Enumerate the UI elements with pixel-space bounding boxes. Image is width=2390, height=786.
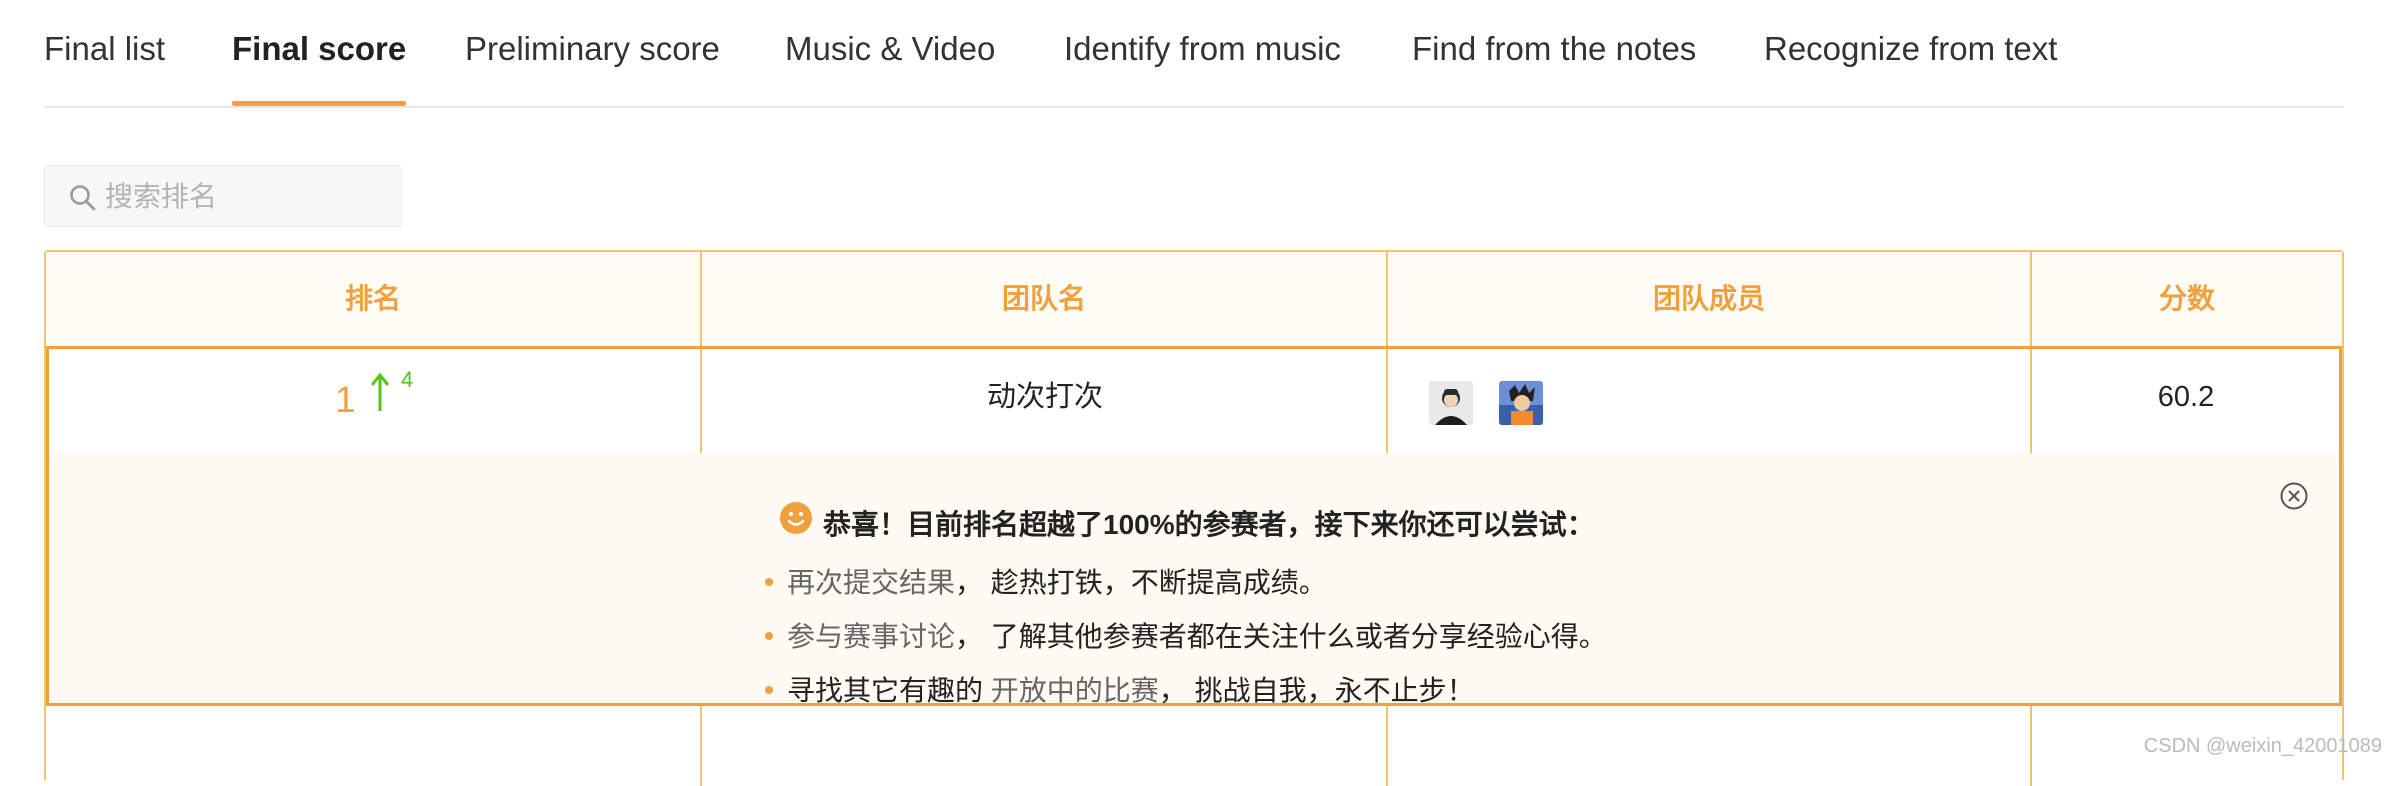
avatar[interactable] bbox=[1499, 381, 1543, 425]
close-icon[interactable] bbox=[2279, 481, 2309, 511]
search-input[interactable] bbox=[103, 166, 397, 228]
tip-text: 寻找其它有趣的 bbox=[787, 675, 991, 706]
score: 60.2 bbox=[2157, 381, 2215, 413]
tip-title: 恭喜！目前排名超越了100%的参赛者，接下来你还可以尝试： bbox=[823, 509, 1595, 540]
tip-item: 寻找其它有趣的 开放中的比赛， 挑战自我，永不止步！ bbox=[765, 669, 1475, 709]
tab-final-list[interactable]: Final list bbox=[44, 30, 165, 104]
congrats-panel: 恭喜！目前排名超越了100%的参赛者，接下来你还可以尝试： 再次提交结果， 趁热… bbox=[49, 453, 2339, 706]
bullet-dot bbox=[765, 685, 773, 694]
tip-text: ， 挑战自我，永不止步！ bbox=[1158, 675, 1475, 706]
tab-final-score[interactable]: Final score bbox=[232, 30, 407, 106]
rank-number: 1 bbox=[335, 379, 356, 420]
bullet-dot bbox=[765, 631, 773, 640]
table-row[interactable]: 1 4 动次打次 60.2 恭喜！目前排名超越了100%的参赛者，接下来你还可以… bbox=[46, 346, 2342, 706]
tip-text: ， 趁热打铁，不断提高成绩。 bbox=[955, 567, 1327, 598]
search-box[interactable] bbox=[44, 165, 402, 228]
smile-icon bbox=[780, 502, 812, 534]
column-divider bbox=[2030, 349, 2032, 453]
tip-item: 参与赛事讨论， 了解其他参赛者都在关注什么或者分享经验心得。 bbox=[765, 615, 1607, 655]
tab-identify-from-music[interactable]: Identify from music bbox=[1064, 30, 1341, 104]
header-team-name: 团队名 bbox=[1001, 283, 1086, 314]
bullet-dot bbox=[765, 577, 773, 586]
watermark: CSDN @weixin_42001089 bbox=[2143, 735, 2382, 757]
tab-bar: Final list Final score Preliminary score… bbox=[44, 0, 2344, 108]
column-divider bbox=[1386, 706, 1388, 786]
column-divider bbox=[700, 706, 702, 786]
column-divider bbox=[700, 252, 702, 346]
discussion-link[interactable]: 参与赛事讨论 bbox=[787, 621, 955, 652]
column-divider bbox=[2030, 706, 2032, 786]
resubmit-link[interactable]: 再次提交结果 bbox=[787, 567, 955, 598]
open-competitions-link[interactable]: 开放中的比赛 bbox=[991, 675, 1159, 706]
tab-find-from-notes[interactable]: Find from the notes bbox=[1412, 30, 1696, 104]
table-header: 排名 团队名 团队成员 分数 bbox=[46, 252, 2342, 346]
tip-text: ， 了解其他参赛者都在关注什么或者分享经验心得。 bbox=[955, 621, 1607, 652]
ranking-table: 排名 团队名 团队成员 分数 1 4 动次打次 60.2 恭喜！目前排名超越了1… bbox=[44, 250, 2344, 786]
column-divider bbox=[700, 349, 702, 453]
avatar[interactable] bbox=[1429, 381, 1473, 425]
header-team-members: 团队成员 bbox=[1652, 283, 1765, 314]
tab-preliminary-score[interactable]: Preliminary score bbox=[465, 30, 720, 104]
column-divider bbox=[1386, 252, 1388, 346]
tab-recognize-from-text[interactable]: Recognize from text bbox=[1764, 30, 2057, 104]
rank-change: 4 bbox=[401, 367, 414, 392]
header-score: 分数 bbox=[2158, 283, 2215, 314]
row-main: 1 4 动次打次 60.2 bbox=[49, 349, 2339, 455]
team-name: 动次打次 bbox=[986, 381, 1103, 413]
tab-music-video[interactable]: Music & Video bbox=[785, 30, 995, 104]
header-rank: 排名 bbox=[344, 283, 401, 314]
arrow-up-icon bbox=[370, 372, 390, 411]
search-icon bbox=[70, 185, 96, 211]
tip-item: 再次提交结果， 趁热打铁，不断提高成绩。 bbox=[765, 561, 1327, 601]
column-divider bbox=[2030, 252, 2032, 346]
